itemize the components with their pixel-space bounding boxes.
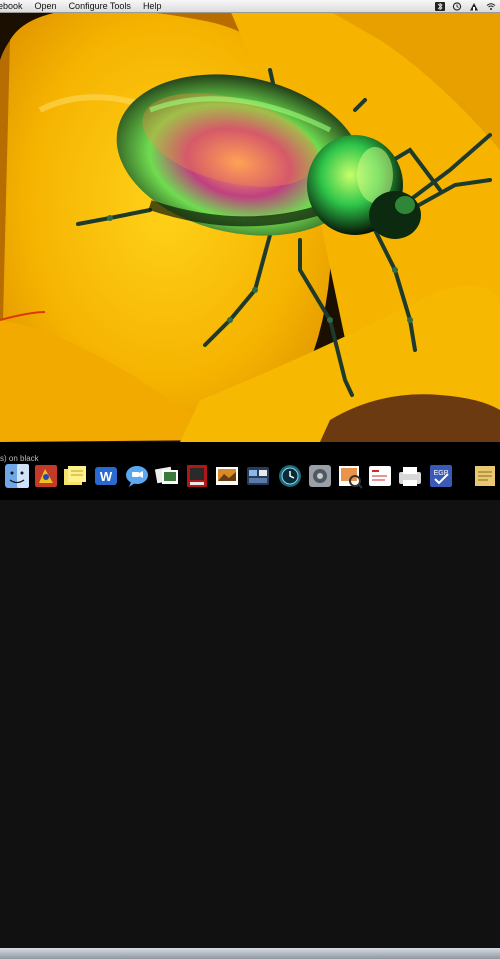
address-book-icon[interactable] — [33, 463, 59, 489]
user-icon[interactable] — [469, 2, 479, 11]
iphoto-icon[interactable] — [214, 463, 240, 489]
dashboard-icon[interactable] — [245, 463, 271, 489]
time-machine-icon[interactable] — [277, 463, 303, 489]
system-preferences-icon[interactable] — [307, 463, 333, 489]
wifi-icon[interactable] — [486, 2, 496, 11]
dock: W EGP — [0, 459, 500, 959]
dock-shelf — [0, 948, 500, 959]
printer-icon[interactable] — [397, 463, 423, 489]
egp-icon[interactable]: EGP — [428, 463, 454, 489]
photo-browser-icon[interactable] — [154, 463, 180, 489]
menu-item-open[interactable]: Open — [29, 1, 63, 11]
bluetooth-icon[interactable] — [435, 1, 445, 11]
stickies-icon[interactable] — [62, 463, 88, 489]
word-icon[interactable]: W — [93, 463, 119, 489]
menu-extras — [435, 1, 500, 11]
desktop-wallpaper — [0, 0, 500, 500]
time-machine-icon[interactable] — [452, 1, 462, 11]
photo-booth-icon[interactable] — [184, 463, 210, 489]
svg-text:W: W — [100, 469, 113, 484]
finder-icon[interactable] — [4, 463, 30, 489]
ichat-icon[interactable] — [124, 463, 150, 489]
desktop — [0, 0, 500, 500]
smart-notebook-icon[interactable] — [367, 463, 393, 489]
menu-item-help[interactable]: Help — [137, 1, 168, 11]
notes-icon[interactable] — [472, 463, 498, 489]
menu-item-configure-tools[interactable]: Configure Tools — [63, 1, 137, 11]
preview-icon[interactable] — [337, 463, 363, 489]
menu-item-ebook[interactable]: ebook — [0, 1, 29, 11]
menu-bar: ebook Open Configure Tools Help — [0, 0, 500, 13]
